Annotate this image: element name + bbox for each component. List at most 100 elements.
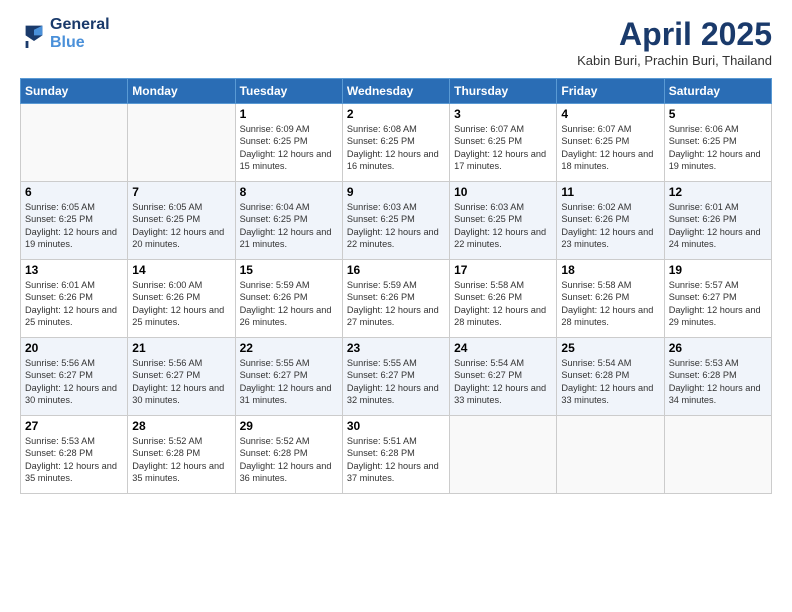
day-number: 25 (561, 341, 659, 355)
calendar-cell: 15 Sunrise: 5:59 AMSunset: 6:26 PMDayligh… (235, 260, 342, 338)
day-number: 26 (669, 341, 767, 355)
calendar-week-3: 13 Sunrise: 6:01 AMSunset: 6:26 PMDayligh… (21, 260, 772, 338)
day-number: 16 (347, 263, 445, 277)
cell-info: Sunrise: 6:01 AMSunset: 6:26 PMDaylight:… (25, 279, 123, 329)
day-number: 15 (240, 263, 338, 277)
weekday-header-tuesday: Tuesday (235, 79, 342, 104)
cell-info: Sunrise: 5:58 AMSunset: 6:26 PMDaylight:… (561, 279, 659, 329)
month-title: April 2025 (577, 16, 772, 53)
calendar-cell: 20 Sunrise: 5:56 AMSunset: 6:27 PMDayligh… (21, 338, 128, 416)
cell-info: Sunrise: 6:06 AMSunset: 6:25 PMDaylight:… (669, 123, 767, 173)
cell-info: Sunrise: 6:09 AMSunset: 6:25 PMDaylight:… (240, 123, 338, 173)
calendar-cell: 17 Sunrise: 5:58 AMSunset: 6:26 PMDayligh… (450, 260, 557, 338)
day-number: 23 (347, 341, 445, 355)
calendar-week-5: 27 Sunrise: 5:53 AMSunset: 6:28 PMDayligh… (21, 416, 772, 494)
weekday-header-monday: Monday (128, 79, 235, 104)
calendar-cell: 18Sunrise: 5:58 AMSunset: 6:26 PMDayligh… (557, 260, 664, 338)
calendar-cell: 10 Sunrise: 6:03 AMSunset: 6:25 PMDayligh… (450, 182, 557, 260)
cell-info: Sunrise: 5:54 AMSunset: 6:27 PMDaylight:… (454, 357, 552, 407)
logo-text: General Blue (50, 16, 110, 51)
cell-info: Sunrise: 6:00 AMSunset: 6:26 PMDaylight:… (132, 279, 230, 329)
day-number: 2 (347, 107, 445, 121)
day-number: 9 (347, 185, 445, 199)
weekday-header-sunday: Sunday (21, 79, 128, 104)
calendar-cell: 25 Sunrise: 5:54 AMSunset: 6:28 PMDayligh… (557, 338, 664, 416)
cell-info: Sunrise: 5:51 AMSunset: 6:28 PMDaylight:… (347, 435, 445, 485)
day-number: 30 (347, 419, 445, 433)
cell-info: Sunrise: 6:01 AMSunset: 6:26 PMDaylight:… (669, 201, 767, 251)
cell-info: Sunrise: 6:04 AMSunset: 6:25 PMDaylight:… (240, 201, 338, 251)
calendar-cell: 13 Sunrise: 6:01 AMSunset: 6:26 PMDayligh… (21, 260, 128, 338)
day-number: 3 (454, 107, 552, 121)
calendar-cell: 4 Sunrise: 6:07 AMSunset: 6:25 PMDaylight… (557, 104, 664, 182)
calendar-cell: 8 Sunrise: 6:04 AMSunset: 6:25 PMDaylight… (235, 182, 342, 260)
calendar-cell: 1Sunrise: 6:09 AMSunset: 6:25 PMDaylight… (235, 104, 342, 182)
calendar-cell (557, 416, 664, 494)
calendar-cell: 29Sunrise: 5:52 AMSunset: 6:28 PMDayligh… (235, 416, 342, 494)
calendar-table: SundayMondayTuesdayWednesdayThursdayFrid… (20, 78, 772, 494)
day-number: 27 (25, 419, 123, 433)
calendar-cell: 11 Sunrise: 6:02 AMSunset: 6:26 PMDayligh… (557, 182, 664, 260)
calendar-cell: 19 Sunrise: 5:57 AMSunset: 6:27 PMDayligh… (664, 260, 771, 338)
cell-info: Sunrise: 6:03 AMSunset: 6:25 PMDaylight:… (347, 201, 445, 251)
day-number: 8 (240, 185, 338, 199)
page: General Blue April 2025 Kabin Buri, Prac… (0, 0, 792, 612)
day-number: 7 (132, 185, 230, 199)
day-number: 12 (669, 185, 767, 199)
calendar-cell: 21Sunrise: 5:56 AMSunset: 6:27 PMDayligh… (128, 338, 235, 416)
day-number: 20 (25, 341, 123, 355)
day-number: 19 (669, 263, 767, 277)
calendar-cell (128, 104, 235, 182)
cell-info: Sunrise: 5:58 AMSunset: 6:26 PMDaylight:… (454, 279, 552, 329)
calendar-cell: 14 Sunrise: 6:00 AMSunset: 6:26 PMDayligh… (128, 260, 235, 338)
weekday-header-row: SundayMondayTuesdayWednesdayThursdayFrid… (21, 79, 772, 104)
cell-info: Sunrise: 5:57 AMSunset: 6:27 PMDaylight:… (669, 279, 767, 329)
weekday-header-thursday: Thursday (450, 79, 557, 104)
day-number: 13 (25, 263, 123, 277)
calendar-cell: 30 Sunrise: 5:51 AMSunset: 6:28 PMDayligh… (342, 416, 449, 494)
day-number: 11 (561, 185, 659, 199)
calendar-cell: 6Sunrise: 6:05 AMSunset: 6:25 PMDaylight… (21, 182, 128, 260)
cell-info: Sunrise: 6:05 AMSunset: 6:25 PMDaylight:… (25, 201, 123, 251)
weekday-header-friday: Friday (557, 79, 664, 104)
logo: General Blue (20, 16, 110, 51)
day-number: 17 (454, 263, 552, 277)
calendar-week-2: 6Sunrise: 6:05 AMSunset: 6:25 PMDaylight… (21, 182, 772, 260)
calendar-cell: 9 Sunrise: 6:03 AMSunset: 6:25 PMDaylight… (342, 182, 449, 260)
header: General Blue April 2025 Kabin Buri, Prac… (20, 16, 772, 68)
cell-info: Sunrise: 5:59 AMSunset: 6:26 PMDaylight:… (240, 279, 338, 329)
calendar-cell: 3 Sunrise: 6:07 AMSunset: 6:25 PMDaylight… (450, 104, 557, 182)
cell-info: Sunrise: 5:53 AMSunset: 6:28 PMDaylight:… (25, 435, 123, 485)
calendar-cell: 24 Sunrise: 5:54 AMSunset: 6:27 PMDayligh… (450, 338, 557, 416)
cell-info: Sunrise: 6:03 AMSunset: 6:25 PMDaylight:… (454, 201, 552, 251)
weekday-header-wednesday: Wednesday (342, 79, 449, 104)
calendar-cell (21, 104, 128, 182)
calendar-cell: 2 Sunrise: 6:08 AMSunset: 6:25 PMDaylight… (342, 104, 449, 182)
cell-info: Sunrise: 5:54 AMSunset: 6:28 PMDaylight:… (561, 357, 659, 407)
cell-info: Sunrise: 5:59 AMSunset: 6:26 PMDaylight:… (347, 279, 445, 329)
calendar-cell: 7 Sunrise: 6:05 AMSunset: 6:25 PMDaylight… (128, 182, 235, 260)
cell-info: Sunrise: 5:56 AMSunset: 6:27 PMDaylight:… (25, 357, 123, 407)
calendar-cell: 28Sunrise: 5:52 AMSunset: 6:28 PMDayligh… (128, 416, 235, 494)
calendar-cell: 12 Sunrise: 6:01 AMSunset: 6:26 PMDayligh… (664, 182, 771, 260)
cell-info: Sunrise: 6:08 AMSunset: 6:25 PMDaylight:… (347, 123, 445, 173)
cell-info: Sunrise: 6:05 AMSunset: 6:25 PMDaylight:… (132, 201, 230, 251)
calendar-cell: 27 Sunrise: 5:53 AMSunset: 6:28 PMDayligh… (21, 416, 128, 494)
day-number: 14 (132, 263, 230, 277)
cell-info: Sunrise: 6:02 AMSunset: 6:26 PMDaylight:… (561, 201, 659, 251)
calendar-cell: 23Sunrise: 5:55 AMSunset: 6:27 PMDayligh… (342, 338, 449, 416)
day-number: 22 (240, 341, 338, 355)
calendar-cell: 26Sunrise: 5:53 AMSunset: 6:28 PMDayligh… (664, 338, 771, 416)
cell-info: Sunrise: 6:07 AMSunset: 6:25 PMDaylight:… (454, 123, 552, 173)
day-number: 5 (669, 107, 767, 121)
weekday-header-saturday: Saturday (664, 79, 771, 104)
day-number: 10 (454, 185, 552, 199)
day-number: 4 (561, 107, 659, 121)
day-number: 24 (454, 341, 552, 355)
cell-info: Sunrise: 6:07 AMSunset: 6:25 PMDaylight:… (561, 123, 659, 173)
logo-icon (20, 20, 48, 48)
calendar-cell (450, 416, 557, 494)
calendar-cell: 22Sunrise: 5:55 AMSunset: 6:27 PMDayligh… (235, 338, 342, 416)
day-number: 29 (240, 419, 338, 433)
cell-info: Sunrise: 5:52 AMSunset: 6:28 PMDaylight:… (132, 435, 230, 485)
